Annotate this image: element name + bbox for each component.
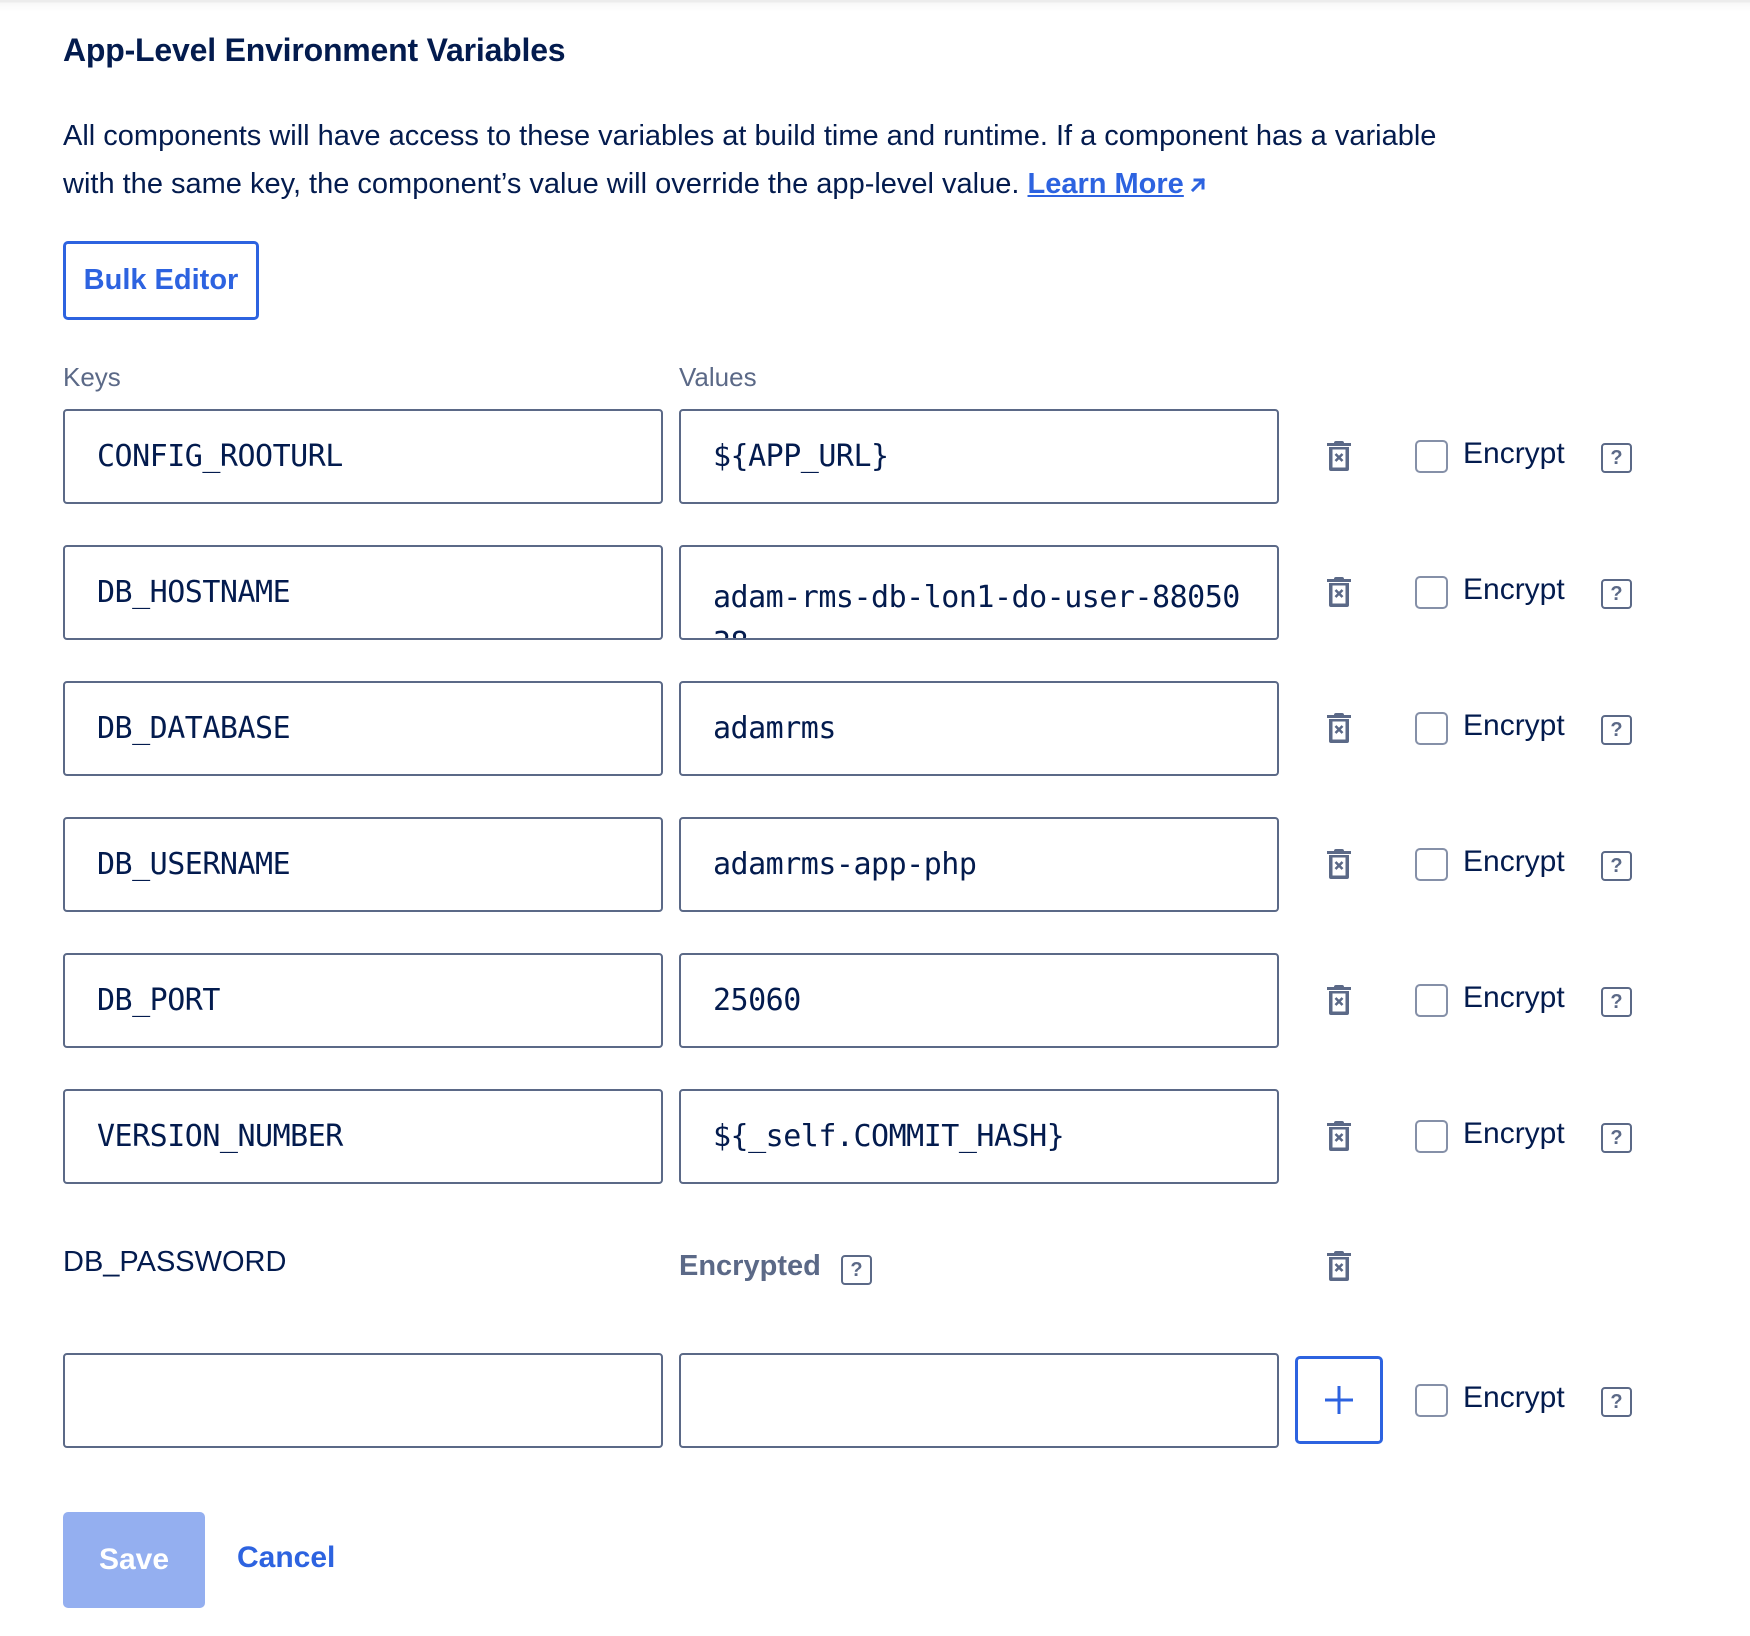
encrypt-label: Encrypt: [1463, 437, 1565, 470]
encrypt-label: Encrypt: [1463, 709, 1565, 742]
key-field-wrapper: [63, 409, 663, 504]
plus-icon: [1325, 1386, 1353, 1414]
help-icon[interactable]: ?: [1601, 851, 1632, 881]
new-value-input[interactable]: [681, 1355, 1277, 1446]
help-icon[interactable]: ?: [1601, 715, 1632, 745]
trash-icon[interactable]: [1325, 576, 1353, 608]
trash-icon[interactable]: [1325, 712, 1353, 744]
add-variable-button[interactable]: [1295, 1356, 1383, 1444]
env-variable-row: Encrypt ?: [0, 817, 1750, 912]
value-input[interactable]: [681, 819, 1277, 910]
env-variable-row: Encrypt ?: [0, 409, 1750, 504]
env-variable-row: adam-rms-db-lon1-do-user-8805038 Encrypt…: [0, 545, 1750, 640]
trash-icon[interactable]: [1325, 1250, 1353, 1282]
key-field-wrapper: [63, 1089, 663, 1184]
encrypt-checkbox[interactable]: [1415, 1120, 1448, 1153]
encrypted-variable-key: DB_PASSWORD: [63, 1246, 287, 1278]
section-title: App-Level Environment Variables: [63, 32, 566, 68]
encrypt-checkbox[interactable]: [1415, 848, 1448, 881]
key-input[interactable]: [65, 683, 661, 774]
key-input[interactable]: [65, 955, 661, 1046]
key-input[interactable]: [65, 411, 661, 502]
value-field-wrapper: [679, 953, 1279, 1048]
encrypt-label: Encrypt: [1463, 573, 1565, 606]
description-text: All components will have access to these…: [63, 120, 1437, 200]
bulk-editor-button[interactable]: Bulk Editor: [63, 241, 259, 320]
values-column-label: Values: [679, 362, 757, 392]
encrypt-checkbox[interactable]: [1415, 984, 1448, 1017]
learn-more-label: Learn More: [1027, 168, 1184, 200]
encrypted-status-label: Encrypted: [679, 1250, 821, 1282]
value-field-wrapper: [679, 817, 1279, 912]
encrypt-checkbox[interactable]: [1415, 1384, 1448, 1417]
value-input[interactable]: [681, 683, 1277, 774]
help-icon[interactable]: ?: [1601, 1123, 1632, 1153]
value-input[interactable]: [681, 411, 1277, 502]
new-key-input[interactable]: [65, 1355, 661, 1446]
help-icon[interactable]: ?: [1601, 1387, 1632, 1417]
section-description: All components will have access to these…: [63, 112, 1463, 208]
env-variable-row: Encrypt ?: [0, 953, 1750, 1048]
external-link-icon: [1190, 177, 1205, 193]
new-value-field-wrapper: [679, 1353, 1279, 1448]
key-input[interactable]: [65, 1091, 661, 1182]
encrypt-checkbox[interactable]: [1415, 712, 1448, 745]
encrypt-label: Encrypt: [1463, 981, 1565, 1014]
key-field-wrapper: [63, 817, 663, 912]
encrypt-checkbox[interactable]: [1415, 576, 1448, 609]
learn-more-link[interactable]: Learn More: [1028, 168, 1184, 200]
key-input[interactable]: [65, 819, 661, 910]
value-field-wrapper: adam-rms-db-lon1-do-user-8805038: [679, 545, 1279, 640]
key-field-wrapper: [63, 681, 663, 776]
trash-icon[interactable]: [1325, 1120, 1353, 1152]
help-icon[interactable]: ?: [1601, 579, 1632, 609]
env-variable-row: Encrypt ?: [0, 1089, 1750, 1184]
value-input[interactable]: [681, 1091, 1277, 1182]
save-button[interactable]: Save: [63, 1512, 205, 1608]
encrypt-checkbox[interactable]: [1415, 440, 1448, 473]
help-icon[interactable]: ?: [1601, 987, 1632, 1017]
encrypt-label: Encrypt: [1463, 1117, 1565, 1150]
value-field-wrapper: [679, 1089, 1279, 1184]
top-shadow-divider: [0, 0, 1750, 12]
encrypt-label: Encrypt: [1463, 845, 1565, 878]
trash-icon[interactable]: [1325, 984, 1353, 1016]
value-field-wrapper: [679, 409, 1279, 504]
new-key-field-wrapper: [63, 1353, 663, 1448]
value-field-wrapper: [679, 681, 1279, 776]
help-icon[interactable]: ?: [1601, 443, 1632, 473]
new-variable-row: Encrypt ?: [0, 1353, 1750, 1448]
help-icon[interactable]: ?: [841, 1255, 872, 1285]
trash-icon[interactable]: [1325, 440, 1353, 472]
key-input[interactable]: [65, 547, 661, 638]
cancel-button[interactable]: Cancel: [237, 1541, 335, 1575]
env-variable-row: Encrypt ?: [0, 681, 1750, 776]
trash-icon[interactable]: [1325, 848, 1353, 880]
keys-column-label: Keys: [63, 362, 121, 392]
key-field-wrapper: [63, 545, 663, 640]
encrypt-label: Encrypt: [1463, 1381, 1565, 1414]
key-field-wrapper: [63, 953, 663, 1048]
value-input[interactable]: [681, 955, 1277, 1046]
value-input[interactable]: adam-rms-db-lon1-do-user-8805038: [681, 547, 1241, 638]
